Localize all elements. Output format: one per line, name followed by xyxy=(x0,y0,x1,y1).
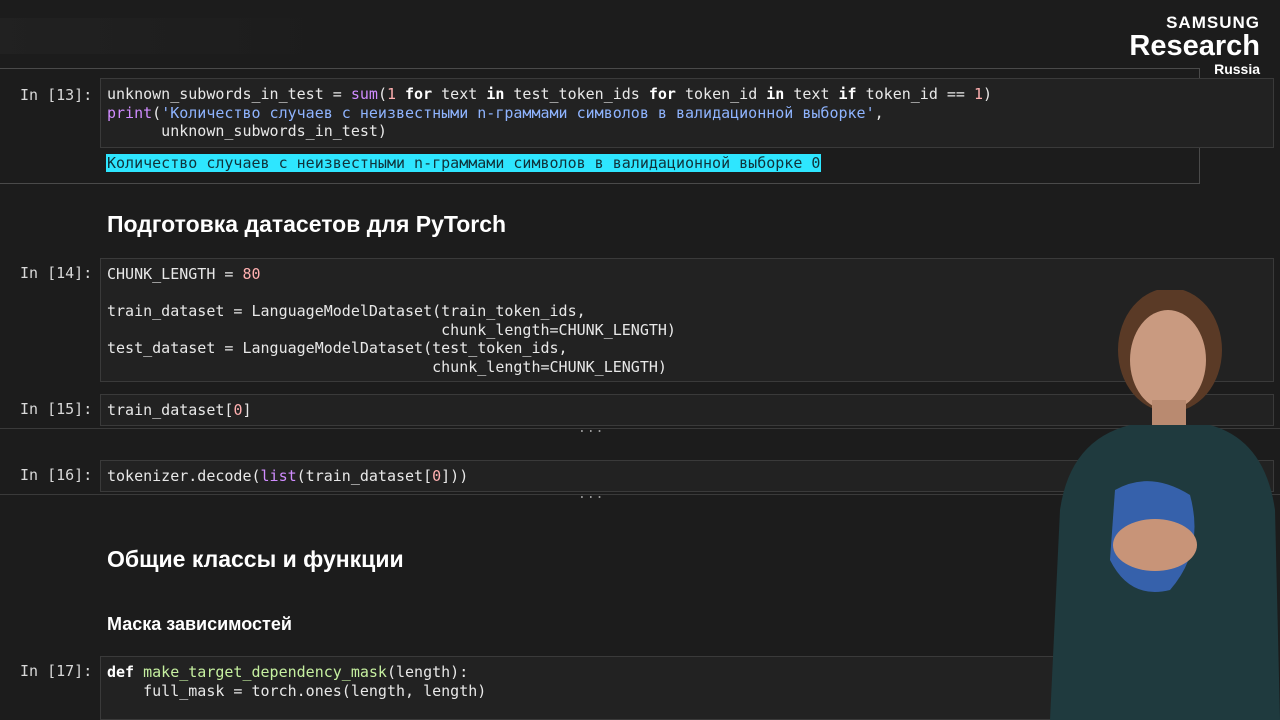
collapsed-marker: ... xyxy=(578,421,605,436)
cell-13-prompt: In [13]: xyxy=(20,86,93,104)
cell-13-input[interactable]: unknown_subwords_in_test = sum(1 for tex… xyxy=(100,78,1274,148)
logo-line-samsung: SAMSUNG xyxy=(1166,13,1260,32)
samsung-research-logo: SAMSUNG Research Russia xyxy=(1129,14,1260,76)
presenter-face xyxy=(1130,310,1206,410)
section-heading-datasets: Подготовка датасетов для PyTorch xyxy=(107,211,507,237)
toolbar-area xyxy=(0,18,340,54)
collapsed-marker: ... xyxy=(578,487,605,502)
presenter-hands xyxy=(1113,519,1197,571)
notebook-page: SAMSUNG Research Russia In [13]: unknown… xyxy=(0,0,1280,720)
section-heading-mask: Маска зависимостей xyxy=(107,614,292,634)
cell-13-output: Количество случаев с неизвестными n-грам… xyxy=(106,154,822,172)
presenter-video-overlay xyxy=(1050,290,1280,720)
section-heading-common: Общие классы и функции xyxy=(107,546,404,572)
cell-14-prompt: In [14]: xyxy=(20,264,93,282)
cell-15-prompt: In [15]: xyxy=(20,400,93,418)
cell-16-prompt: In [16]: xyxy=(20,466,93,484)
logo-line-research: Research xyxy=(1129,30,1260,62)
cell-17-prompt: In [17]: xyxy=(20,662,93,680)
